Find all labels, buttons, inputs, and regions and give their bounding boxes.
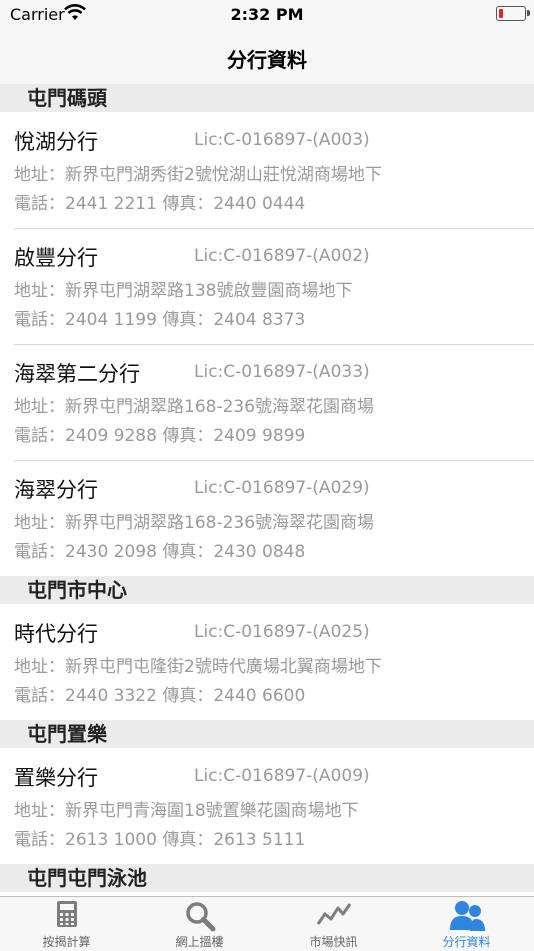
tab-mortgage-calculator[interactable]: 按揭計算 [0, 897, 133, 951]
branch-license: Lic:C-016897-(A002) [194, 246, 370, 266]
branch-address: 地址：新界屯門湖翠路138號啟豐園商場地下 [14, 281, 353, 301]
tab-label: 市場快訊 [309, 935, 358, 949]
branch-row[interactable]: 時代分行 Lic:C-016897-(A025) 地址：新界屯門屯隆街2號時代廣… [0, 604, 534, 720]
branch-name: 時代分行 [14, 622, 98, 646]
calculator-icon [56, 901, 77, 927]
branch-row[interactable]: 海翠分行 Lic:C-016897-(A029) 地址：新界屯門湖翠路168-2… [0, 460, 534, 576]
people-icon [449, 901, 485, 931]
branch-name: 海翠第二分行 [14, 362, 140, 386]
branch-name: 啟豐分行 [14, 246, 98, 270]
branch-license: Lic:C-016897-(A009) [194, 766, 370, 786]
branch-license: Lic:C-016897-(A025) [194, 622, 370, 642]
tab-label: 分行資料 [442, 935, 491, 949]
branch-license: Lic:C-016897-(A003) [194, 130, 370, 150]
branch-license: Lic:C-016897-(A033) [194, 362, 370, 382]
tab-market-news[interactable]: 市場快訊 [267, 897, 400, 951]
branch-address: 地址：新界屯門湖翠路168-236號海翠花園商場 [14, 397, 375, 417]
branch-row[interactable]: 海翠第二分行 Lic:C-016897-(A033) 地址：新界屯門湖翠路168… [0, 344, 534, 460]
tab-property-search[interactable]: 網上搵樓 [133, 897, 266, 951]
clock: 2:32 PM [230, 5, 304, 24]
branch-phone: 電話：2404 1199 傳真：2404 8373 [14, 310, 306, 330]
branch-address: 地址：新界屯門屯隆街2號時代廣場北翼商場地下 [14, 657, 382, 677]
branch-phone: 電話：2441 2211 傳真：2440 0444 [14, 194, 306, 214]
branch-phone: 電話：2613 1000 傳真：2613 5111 [14, 830, 306, 850]
branch-phone: 電話：2430 2098 傳真：2430 0848 [14, 542, 306, 562]
tab-branch-info[interactable]: 分行資料 [400, 897, 533, 951]
branch-name: 悅湖分行 [14, 130, 98, 154]
branch-phone: 電話：2409 9288 傳真：2409 9899 [14, 426, 306, 446]
section-header: 屯門置樂 [0, 720, 534, 748]
branch-row[interactable]: 啟豐分行 Lic:C-016897-(A002) 地址：新界屯門湖翠路138號啟… [0, 228, 534, 344]
trend-chart-icon [316, 903, 351, 925]
tab-label: 網上搵樓 [175, 935, 224, 949]
branch-address: 地址：新界屯門湖秀街2號悅湖山莊悅湖商場地下 [14, 165, 382, 185]
branch-address: 地址：新界屯門湖翠路168-236號海翠花園商場 [14, 513, 375, 533]
branch-license: Lic:C-016897-(A029) [194, 478, 370, 498]
section-header: 屯門市中心 [0, 576, 534, 604]
section-header: 屯門碼頭 [0, 84, 534, 112]
branch-row[interactable]: 置樂分行 Lic:C-016897-(A009) 地址：新界屯門青海圍18號置樂… [0, 748, 534, 864]
navigation-bar: 分行資料 [0, 30, 534, 85]
branch-row[interactable]: 悅湖分行 Lic:C-016897-(A003) 地址：新界屯門湖秀街2號悅湖山… [0, 112, 534, 228]
tab-bar: 按揭計算 網上搵樓 市場快訊 分行資料 [0, 896, 534, 951]
magnifier-icon [185, 902, 215, 932]
branch-list[interactable]: 屯門碼頭 悅湖分行 Lic:C-016897-(A003) 地址：新界屯門湖秀街… [0, 84, 534, 896]
status-bar: Carrier 2:32 PM [0, 0, 534, 30]
page-title: 分行資料 [227, 48, 307, 72]
branch-name: 置樂分行 [14, 766, 98, 790]
branch-name: 海翠分行 [14, 478, 98, 502]
branch-address: 地址：新界屯門青海圍18號置樂花園商場地下 [14, 801, 359, 821]
section-header: 屯門屯門泳池 [0, 864, 534, 892]
branch-phone: 電話：2440 3322 傳真：2440 6600 [14, 686, 306, 706]
battery-icon [496, 6, 530, 21]
tab-label: 按揭計算 [42, 935, 91, 949]
